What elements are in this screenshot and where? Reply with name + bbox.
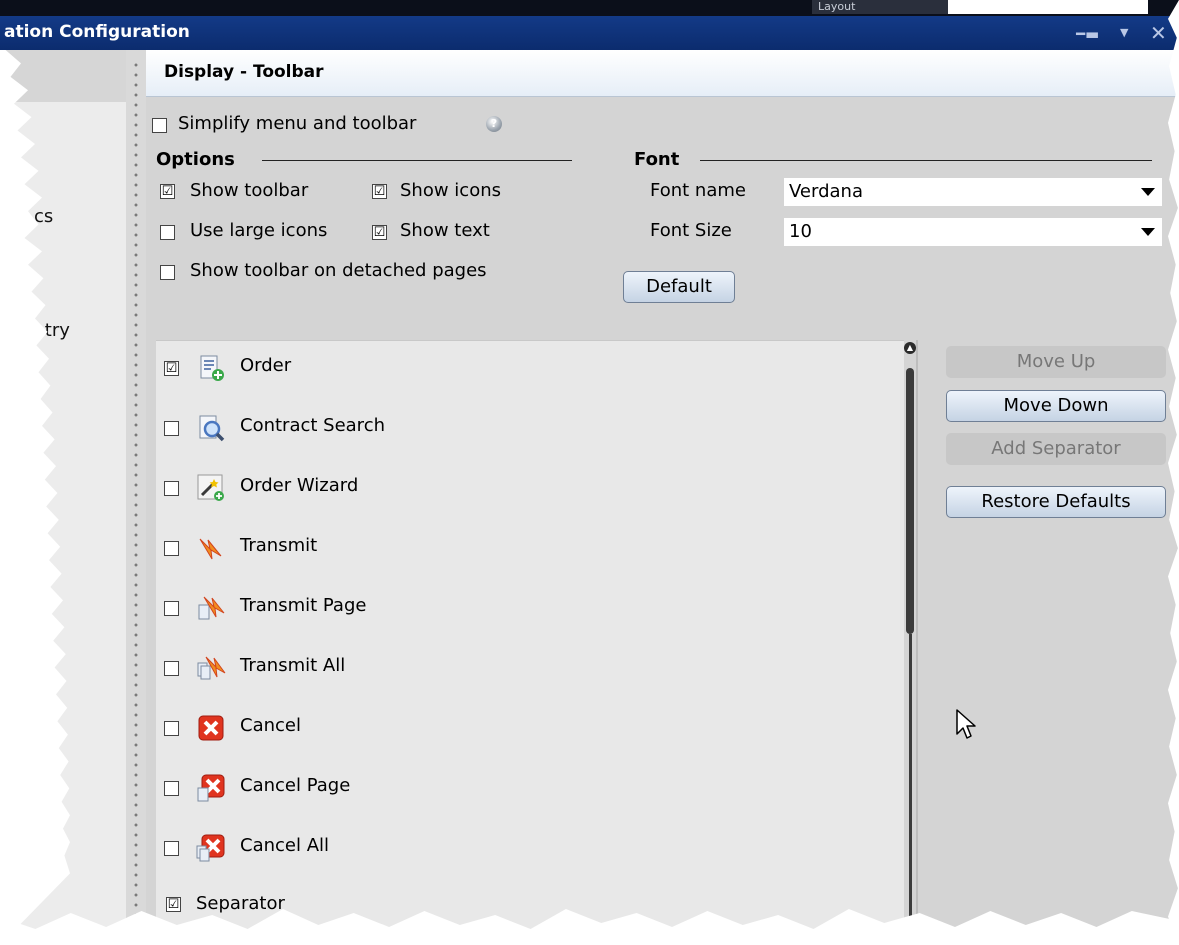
scroll-up-icon[interactable]: ▲	[904, 342, 916, 354]
check-mark: ☑	[373, 184, 386, 199]
background-field	[948, 0, 1148, 14]
item-checkbox[interactable]	[164, 421, 179, 436]
section-header: Display - Toolbar	[146, 50, 1179, 97]
font-size-select[interactable]: 10	[784, 218, 1162, 246]
check-mark: ☑	[167, 897, 180, 912]
settings-panel: Display - Toolbar Simplify menu and tool…	[146, 50, 1179, 945]
list-item[interactable]: ☑ Order	[156, 349, 904, 389]
scrollbar-rail	[909, 634, 912, 945]
transmit-all-icon	[197, 656, 226, 680]
mouse-cursor-icon	[956, 709, 976, 739]
show-toolbar-detached-checkbox[interactable]	[160, 265, 175, 280]
background-app-strip: Layout	[0, 0, 1179, 16]
configuration-window: Layout ation Configuration ━▬ ▼ ✕ cs Ent…	[0, 0, 1179, 945]
transmit-icon	[199, 538, 222, 560]
item-label: Order	[240, 355, 292, 376]
list-item[interactable]: Transmit All	[156, 649, 904, 689]
font-heading: Font	[634, 149, 680, 170]
item-label: Transmit	[240, 535, 318, 556]
cancel-all-icon	[196, 834, 225, 862]
item-label: Cancel Page	[240, 775, 351, 796]
check-mark: ☑	[165, 361, 178, 376]
move-up-button[interactable]: Move Up	[946, 346, 1166, 378]
splitter-grip	[134, 60, 138, 940]
list-item[interactable]: Order Wizard	[156, 469, 904, 509]
title-bar[interactable]: ation Configuration ━▬ ▼ ✕	[0, 16, 1179, 50]
item-label: Transmit All	[240, 655, 346, 676]
item-checkbox[interactable]	[164, 541, 179, 556]
simplify-label: Simplify menu and toolbar	[178, 113, 417, 134]
check-mark: ☑	[161, 184, 174, 199]
cancel-icon	[198, 715, 224, 741]
show-toolbar-detached-label: Show toolbar on detached pages	[190, 260, 487, 281]
chevron-down-icon[interactable]: ▼	[1120, 26, 1128, 39]
close-icon[interactable]: ✕	[1150, 21, 1167, 45]
options-heading: Options	[156, 149, 235, 170]
font-name-select[interactable]: Verdana	[784, 178, 1162, 206]
list-item[interactable]: ☑ Separator	[156, 883, 904, 923]
pane-splitter[interactable]	[126, 50, 146, 945]
item-checkbox[interactable]: ☑	[164, 361, 179, 376]
list-item[interactable]: Cancel All	[156, 829, 904, 869]
list-item[interactable]: Transmit	[156, 529, 904, 569]
font-name-label: Font name	[650, 180, 746, 201]
font-name-value: Verdana	[789, 181, 863, 202]
show-toolbar-label: Show toolbar	[190, 180, 309, 201]
default-button[interactable]: Default	[623, 271, 735, 303]
show-icons-label: Show icons	[400, 180, 501, 201]
chevron-down-icon	[1141, 228, 1155, 236]
item-label: Order Wizard	[240, 475, 359, 496]
item-label: Transmit Page	[240, 595, 367, 616]
item-checkbox[interactable]	[164, 481, 179, 496]
pin-icon[interactable]: ━▬	[1076, 25, 1099, 43]
contract-search-icon	[199, 415, 225, 442]
scrollbar-thumb[interactable]	[906, 368, 914, 634]
font-size-value: 10	[789, 221, 812, 242]
check-mark: ☑	[373, 225, 386, 240]
simplify-checkbox[interactable]	[152, 118, 167, 133]
list-item[interactable]: Transmit Page	[156, 589, 904, 629]
list-item[interactable]: Cancel	[156, 709, 904, 749]
cancel-page-icon	[197, 774, 225, 802]
order-icon	[200, 355, 224, 381]
font-size-label: Font Size	[650, 220, 732, 241]
item-checkbox[interactable]	[164, 601, 179, 616]
show-toolbar-checkbox[interactable]: ☑	[160, 184, 175, 199]
item-label: Separator	[196, 893, 285, 914]
item-checkbox[interactable]: ☑	[166, 897, 181, 912]
restore-defaults-button[interactable]: Restore Defaults	[946, 486, 1166, 518]
item-checkbox[interactable]	[164, 661, 179, 676]
item-label: Contract Search	[240, 415, 385, 436]
use-large-icons-label: Use large icons	[190, 220, 328, 241]
show-text-label: Show text	[400, 220, 490, 241]
move-down-button[interactable]: Move Down	[946, 390, 1166, 422]
list-item[interactable]: Cancel Page	[156, 769, 904, 809]
layout-chip: Layout	[812, 0, 948, 14]
show-icons-checkbox[interactable]: ☑	[372, 184, 387, 199]
item-label: Cancel All	[240, 835, 330, 856]
page-title: Display - Toolbar	[164, 62, 324, 82]
order-wizard-icon	[197, 474, 224, 501]
list-divider	[916, 340, 918, 945]
add-separator-button[interactable]: Add Separator	[946, 433, 1166, 465]
use-large-icons-checkbox[interactable]	[160, 225, 175, 240]
item-label: Cancel	[240, 715, 301, 736]
toolbar-items-list[interactable]: ☑ Order Contract Search Order Wizard Tra…	[156, 340, 904, 945]
item-checkbox[interactable]	[164, 781, 179, 796]
item-checkbox[interactable]	[164, 721, 179, 736]
transmit-page-icon	[198, 596, 225, 620]
chevron-down-icon	[1141, 188, 1155, 196]
help-icon[interactable]: ?	[486, 116, 502, 132]
options-rule	[262, 160, 572, 161]
list-item[interactable]: Contract Search	[156, 409, 904, 449]
window-title: ation Configuration	[4, 22, 190, 42]
font-rule	[700, 160, 1152, 161]
show-text-checkbox[interactable]: ☑	[372, 225, 387, 240]
item-checkbox[interactable]	[164, 841, 179, 856]
